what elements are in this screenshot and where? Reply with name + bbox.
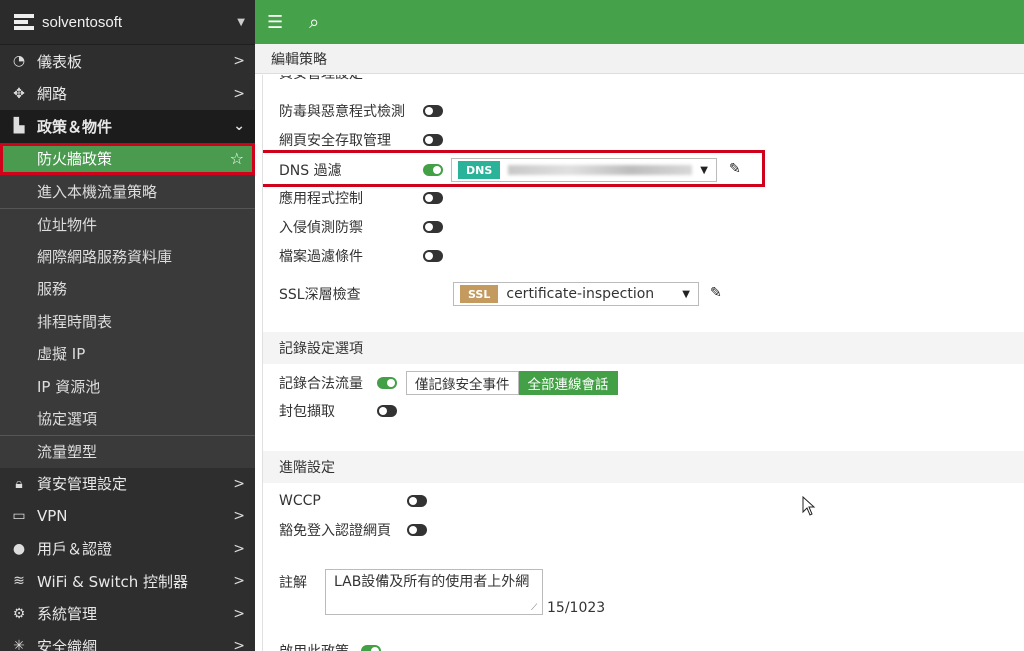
chevron-right-icon: > — [233, 85, 245, 102]
sidebar-sub-services[interactable]: 服務 — [0, 272, 255, 305]
sidebar-sub-schedules[interactable]: 排程時間表 — [0, 305, 255, 338]
log-allowed-toggle[interactable] — [377, 377, 397, 389]
dashboard-icon: ◔ — [12, 53, 26, 70]
network-icon: ✥ — [13, 85, 25, 102]
webfilter-toggle[interactable] — [423, 134, 443, 146]
wifi-icon: ≋ — [13, 573, 25, 590]
chevron-right-icon: > — [233, 573, 245, 590]
policy-icon: ▙ — [13, 118, 25, 135]
section-header-logging: 記錄設定選項 — [263, 332, 1024, 364]
file-filter-row: 檔案過濾條件 — [279, 249, 363, 265]
exempt-captive-row: 豁免登入認證網頁 — [279, 523, 391, 539]
chevron-right-icon: > — [233, 540, 245, 557]
ssl-tag: SSL — [460, 285, 499, 303]
log-option-group: 僅記錄安全事件 全部連線會話 — [406, 371, 618, 395]
capture-row: 封包擷取 — [279, 404, 335, 420]
log-all-sessions-button[interactable]: 全部連線會話 — [518, 371, 618, 395]
sidebar-sub-firewall-policy[interactable]: 防火牆政策 ☆ — [0, 142, 255, 175]
policy-form: 資安管理設定 防毒與惡意程式檢測 網頁安全存取管理 DNS 過濾 DNS ▼ ✎… — [262, 75, 1024, 651]
brand-logo-icon — [14, 14, 34, 30]
ssl-select[interactable]: SSL certificate-inspection ▼ — [453, 282, 699, 306]
top-bar: ☰ ⌕ — [255, 0, 1024, 44]
sidebar-item-vpn[interactable]: ▭ VPN > — [0, 500, 255, 533]
ips-row: 入侵偵測防禦 — [279, 220, 363, 236]
wccp-row: WCCP — [279, 493, 321, 509]
search-icon[interactable]: ⌕ — [309, 12, 319, 33]
brand-name: solventosoft — [42, 13, 123, 31]
gear-icon: ⚙ — [12, 605, 26, 622]
app-control-toggle[interactable] — [423, 192, 443, 204]
sidebar-sub-ip-pools[interactable]: IP 資源池 — [0, 370, 255, 403]
sidebar-item-security-fabric[interactable]: ✳ 安全織網 > — [0, 630, 255, 651]
capture-toggle[interactable] — [377, 405, 397, 417]
sidebar-item-dashboard[interactable]: ◔ 儀表板 > — [0, 45, 255, 78]
app-control-row: 應用程式控制 — [279, 191, 363, 207]
ssl-row: SSL深層檢查 — [279, 287, 361, 303]
chevron-right-icon: > — [233, 638, 245, 651]
sidebar-sub-protocol-options[interactable]: 協定選項 — [0, 402, 255, 435]
section-header-security: 資安管理設定 — [263, 75, 1024, 83]
comment-label-row: 註解 — [279, 575, 307, 591]
resize-handle-icon[interactable]: ⟋ — [531, 603, 537, 613]
ips-toggle[interactable] — [423, 221, 443, 233]
wccp-toggle[interactable] — [407, 495, 427, 507]
log-security-events-button[interactable]: 僅記錄安全事件 — [406, 371, 519, 395]
sidebar-item-security-profiles[interactable]: 🔒︎ 資安管理設定 > — [0, 468, 255, 501]
sidebar-item-user-auth[interactable]: ● 用戶＆認證 > — [0, 533, 255, 566]
chevron-down-icon: ⌄ — [233, 118, 245, 135]
fabric-icon: ✳ — [13, 638, 25, 651]
caret-down-icon: ▼ — [682, 288, 690, 300]
laptop-icon: ▭ — [12, 508, 26, 525]
sidebar-sub-virtual-ip[interactable]: 虛擬 IP — [0, 337, 255, 370]
sidebar-item-wifi-switch[interactable]: ≋ WiFi & Switch 控制器 > — [0, 565, 255, 598]
enable-policy-row: 啟用此政策 — [279, 638, 349, 651]
caret-down-icon[interactable]: ▼ — [237, 17, 245, 28]
sidebar: solventosoft ▼ ◔ 儀表板 > ✥ 網路 > ▙ 政策＆物件 ⌄ … — [0, 0, 255, 651]
page-title: 編輯策略 — [255, 44, 1024, 74]
mouse-cursor-icon — [802, 496, 816, 516]
sidebar-sub-traffic-shaping[interactable]: 流量塑型 — [0, 435, 255, 468]
highlight-box — [263, 150, 765, 187]
chevron-right-icon: > — [233, 475, 245, 492]
user-icon: ● — [12, 540, 26, 557]
file-filter-toggle[interactable] — [423, 250, 443, 262]
chevron-right-icon: > — [233, 508, 245, 525]
sidebar-item-system[interactable]: ⚙ 系統管理 > — [0, 598, 255, 631]
exempt-captive-toggle[interactable] — [407, 524, 427, 536]
antivirus-row: 防毒與惡意程式檢測 — [279, 104, 405, 120]
log-allowed-row: 記錄合法流量 — [279, 376, 363, 392]
enable-policy-toggle[interactable] — [361, 645, 381, 651]
sidebar-sub-internet-service-db[interactable]: 網際網路服務資料庫 — [0, 240, 255, 273]
comment-textarea[interactable]: LAB設備及所有的使用者上外網 — [325, 569, 543, 615]
antivirus-toggle[interactable] — [423, 105, 443, 117]
chevron-right-icon: > — [233, 53, 245, 70]
sidebar-item-network[interactable]: ✥ 網路 > — [0, 78, 255, 111]
sidebar-sub-local-in-policy[interactable]: 進入本機流量策略 — [0, 175, 255, 208]
brand-header[interactable]: solventosoft ▼ — [0, 0, 255, 45]
star-icon[interactable]: ☆ — [230, 149, 244, 168]
section-header-advanced: 進階設定 — [263, 451, 1024, 483]
edit-pencil-icon[interactable]: ✎ — [710, 285, 722, 301]
sidebar-item-policy[interactable]: ▙ 政策＆物件 ⌄ — [0, 110, 255, 143]
menu-icon[interactable]: ☰ — [267, 12, 283, 33]
lock-icon: 🔒︎ — [15, 475, 23, 492]
chevron-right-icon: > — [233, 605, 245, 622]
sidebar-sub-addresses[interactable]: 位址物件 — [0, 207, 255, 240]
comment-char-count: 15/1023 — [547, 600, 606, 616]
